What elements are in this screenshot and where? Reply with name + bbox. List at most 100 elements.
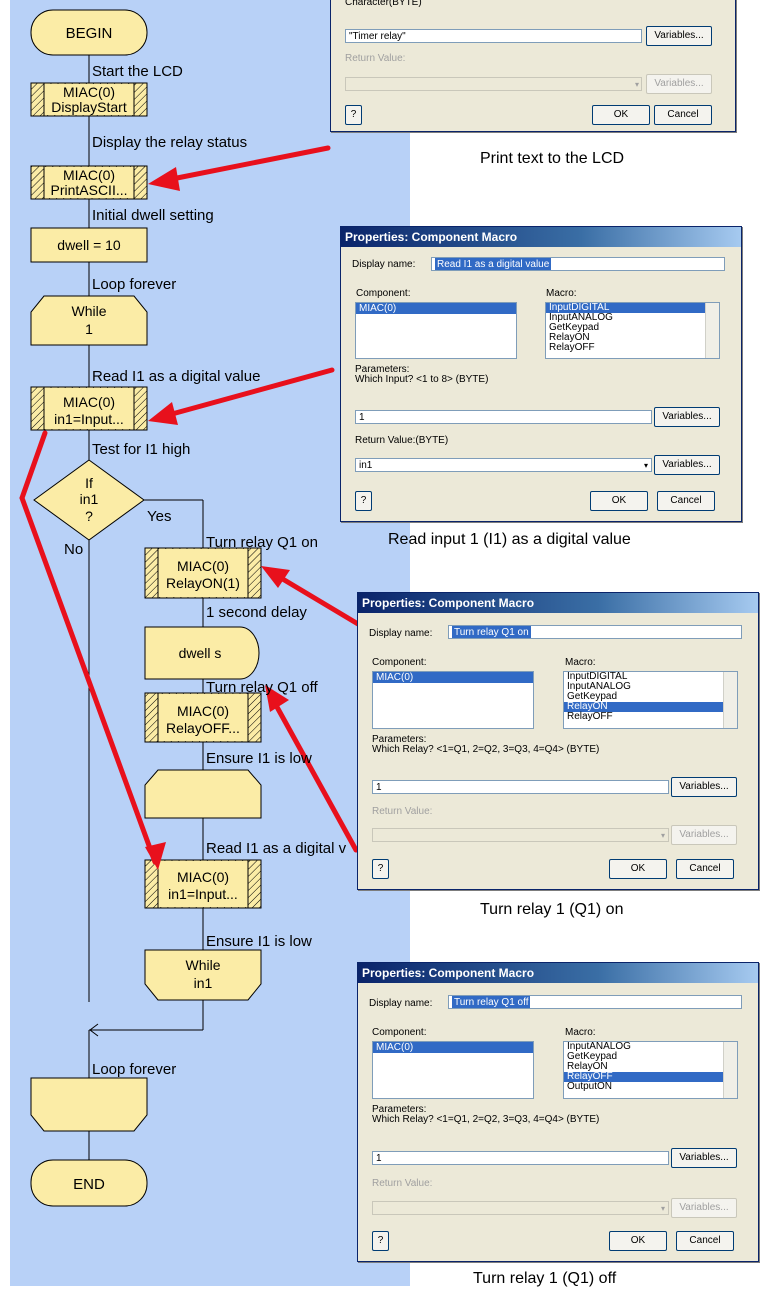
display-name-input[interactable]: Turn relay Q1 on: [448, 625, 742, 639]
macro-list[interactable]: InputDIGITAL InputANALOG GetKeypad Relay…: [545, 302, 720, 359]
macro-item[interactable]: RelayOFF: [546, 343, 719, 353]
if-line1: If: [85, 475, 93, 491]
macro-list[interactable]: InputANALOG GetKeypad RelayON RelayOFF O…: [563, 1041, 738, 1099]
delay-text: dwell s: [179, 645, 222, 661]
cancel-button[interactable]: Cancel: [676, 859, 734, 879]
parameter-input[interactable]: 1: [372, 1151, 669, 1165]
return-value-label: Return Value:: [372, 1178, 433, 1189]
component-list[interactable]: MIAC(0): [372, 1041, 534, 1099]
ensure-low-loop-start[interactable]: [144, 769, 262, 819]
caption-read-input: Read input 1 (I1) as a digital value: [388, 531, 631, 548]
print-ascii-line2: PrintASCII...: [50, 182, 127, 198]
macro-label: Macro:: [565, 657, 596, 668]
label-yes: Yes: [147, 508, 172, 525]
variables-button[interactable]: Variables...: [671, 1148, 737, 1168]
dialog-title: Properties: Component Macro: [358, 593, 758, 613]
loop-forever-end[interactable]: [30, 1077, 148, 1132]
macro-label: Macro:: [546, 288, 577, 299]
component-item[interactable]: MIAC(0): [373, 672, 533, 683]
relay-on-dialog: Properties: Component Macro Display name…: [357, 592, 759, 890]
return-value-label: Return Value:: [345, 53, 406, 64]
read-input-dialog: Properties: Component Macro Display name…: [340, 226, 742, 522]
cancel-button[interactable]: Cancel: [654, 105, 712, 125]
component-label: Component:: [372, 657, 427, 668]
display-start-line1: MIAC(0): [63, 84, 115, 100]
macro-item[interactable]: RelayOFF: [564, 712, 737, 722]
component-list[interactable]: MIAC(0): [372, 671, 534, 729]
character-label: Character(BYTE): [345, 0, 422, 8]
character-value-input[interactable]: "Timer relay": [345, 29, 642, 43]
help-button[interactable]: ?: [372, 1231, 389, 1251]
help-button[interactable]: ?: [345, 105, 362, 125]
component-list[interactable]: MIAC(0): [355, 302, 517, 359]
return-value-input[interactable]: in1 ▾: [355, 458, 652, 472]
dropdown-arrow-icon: ▾: [643, 461, 648, 470]
variables-button[interactable]: Variables...: [654, 407, 720, 427]
return-variables-button[interactable]: Variables...: [646, 74, 712, 94]
parameter-input[interactable]: 1: [372, 780, 669, 794]
return-value-text: in1: [359, 460, 373, 471]
ok-button[interactable]: OK: [609, 859, 667, 879]
cancel-button[interactable]: Cancel: [676, 1231, 734, 1251]
label-delay: 1 second delay: [206, 604, 307, 621]
macro-scrollbar[interactable]: [723, 672, 737, 728]
component-item[interactable]: MIAC(0): [356, 303, 516, 314]
read-input-line1: MIAC(0): [63, 394, 115, 410]
return-value-input[interactable]: ▾: [345, 77, 642, 91]
display-name-input[interactable]: Read I1 as a digital value: [431, 257, 725, 271]
caption-print-text: Print text to the LCD: [480, 150, 625, 167]
ok-button[interactable]: OK: [590, 491, 648, 511]
dropdown-arrow-icon: ▾: [634, 80, 639, 89]
parameter-input[interactable]: 1: [355, 410, 652, 424]
component-item[interactable]: MIAC(0): [373, 1042, 533, 1053]
begin-text: BEGIN: [66, 25, 113, 42]
return-variables-button[interactable]: Variables...: [654, 455, 720, 475]
return-value-input[interactable]: ▾: [372, 828, 669, 842]
parameter-description: Which Relay? <1=Q1, 2=Q2, 3=Q3, 4=Q4> (B…: [372, 744, 600, 755]
variables-button[interactable]: Variables...: [646, 26, 712, 46]
dropdown-arrow-icon: ▾: [660, 1204, 665, 1213]
display-name-text: Turn relay Q1 on: [452, 626, 531, 638]
relay-on-line2: RelayON(1): [166, 575, 240, 591]
label-display-relay: Display the relay status: [92, 134, 248, 151]
label-read-i1-2: Read I1 as a digital v: [206, 840, 347, 857]
component-label: Component:: [356, 288, 411, 299]
if-line2: in1: [80, 491, 99, 507]
macro-label: Macro:: [565, 1027, 596, 1038]
display-name-input[interactable]: Turn relay Q1 off: [448, 995, 742, 1009]
display-name-text: Turn relay Q1 off: [452, 996, 531, 1008]
label-loop-forever-1: Loop forever: [92, 276, 177, 293]
display-name-text: Read I1 as a digital value: [435, 258, 552, 270]
return-value-label: Return Value:: [372, 806, 433, 817]
while-loop-line1: While: [71, 303, 106, 319]
while-loop-line2: 1: [85, 321, 93, 337]
relay-off-line1: MIAC(0): [177, 703, 229, 719]
label-test-i1: Test for I1 high: [92, 441, 191, 458]
caption-relay-off: Turn relay 1 (Q1) off: [473, 1270, 617, 1287]
display-start-line2: DisplayStart: [51, 99, 127, 115]
return-value-input[interactable]: ▾: [372, 1201, 669, 1215]
help-button[interactable]: ?: [372, 859, 389, 879]
macro-scrollbar[interactable]: [723, 1042, 737, 1098]
label-relay-off: Turn relay Q1 off: [206, 679, 318, 696]
parameter-description: Which Relay? <1=Q1, 2=Q2, 3=Q3, 4=Q4> (B…: [372, 1114, 600, 1125]
while-in1-line2: in1: [194, 975, 213, 991]
label-no: No: [64, 541, 84, 558]
help-button[interactable]: ?: [355, 491, 372, 511]
macro-scrollbar[interactable]: [705, 303, 719, 358]
display-name-label: Display name:: [369, 628, 433, 639]
ok-button[interactable]: OK: [609, 1231, 667, 1251]
label-start-lcd: Start the LCD: [92, 63, 183, 80]
macro-list[interactable]: InputDIGITAL InputANALOG GetKeypad Relay…: [563, 671, 738, 729]
variables-button[interactable]: Variables...: [671, 777, 737, 797]
macro-item[interactable]: OutputON: [564, 1082, 737, 1092]
if-line3: ?: [85, 508, 93, 524]
read-input-2-line1: MIAC(0): [177, 869, 229, 885]
caption-relay-on: Turn relay 1 (Q1) on: [480, 901, 624, 918]
ok-button[interactable]: OK: [592, 105, 650, 125]
return-variables-button[interactable]: Variables...: [671, 1198, 737, 1218]
relay-on-line1: MIAC(0): [177, 558, 229, 574]
print-ascii-line1: MIAC(0): [63, 167, 115, 183]
cancel-button[interactable]: Cancel: [657, 491, 715, 511]
return-variables-button[interactable]: Variables...: [671, 825, 737, 845]
